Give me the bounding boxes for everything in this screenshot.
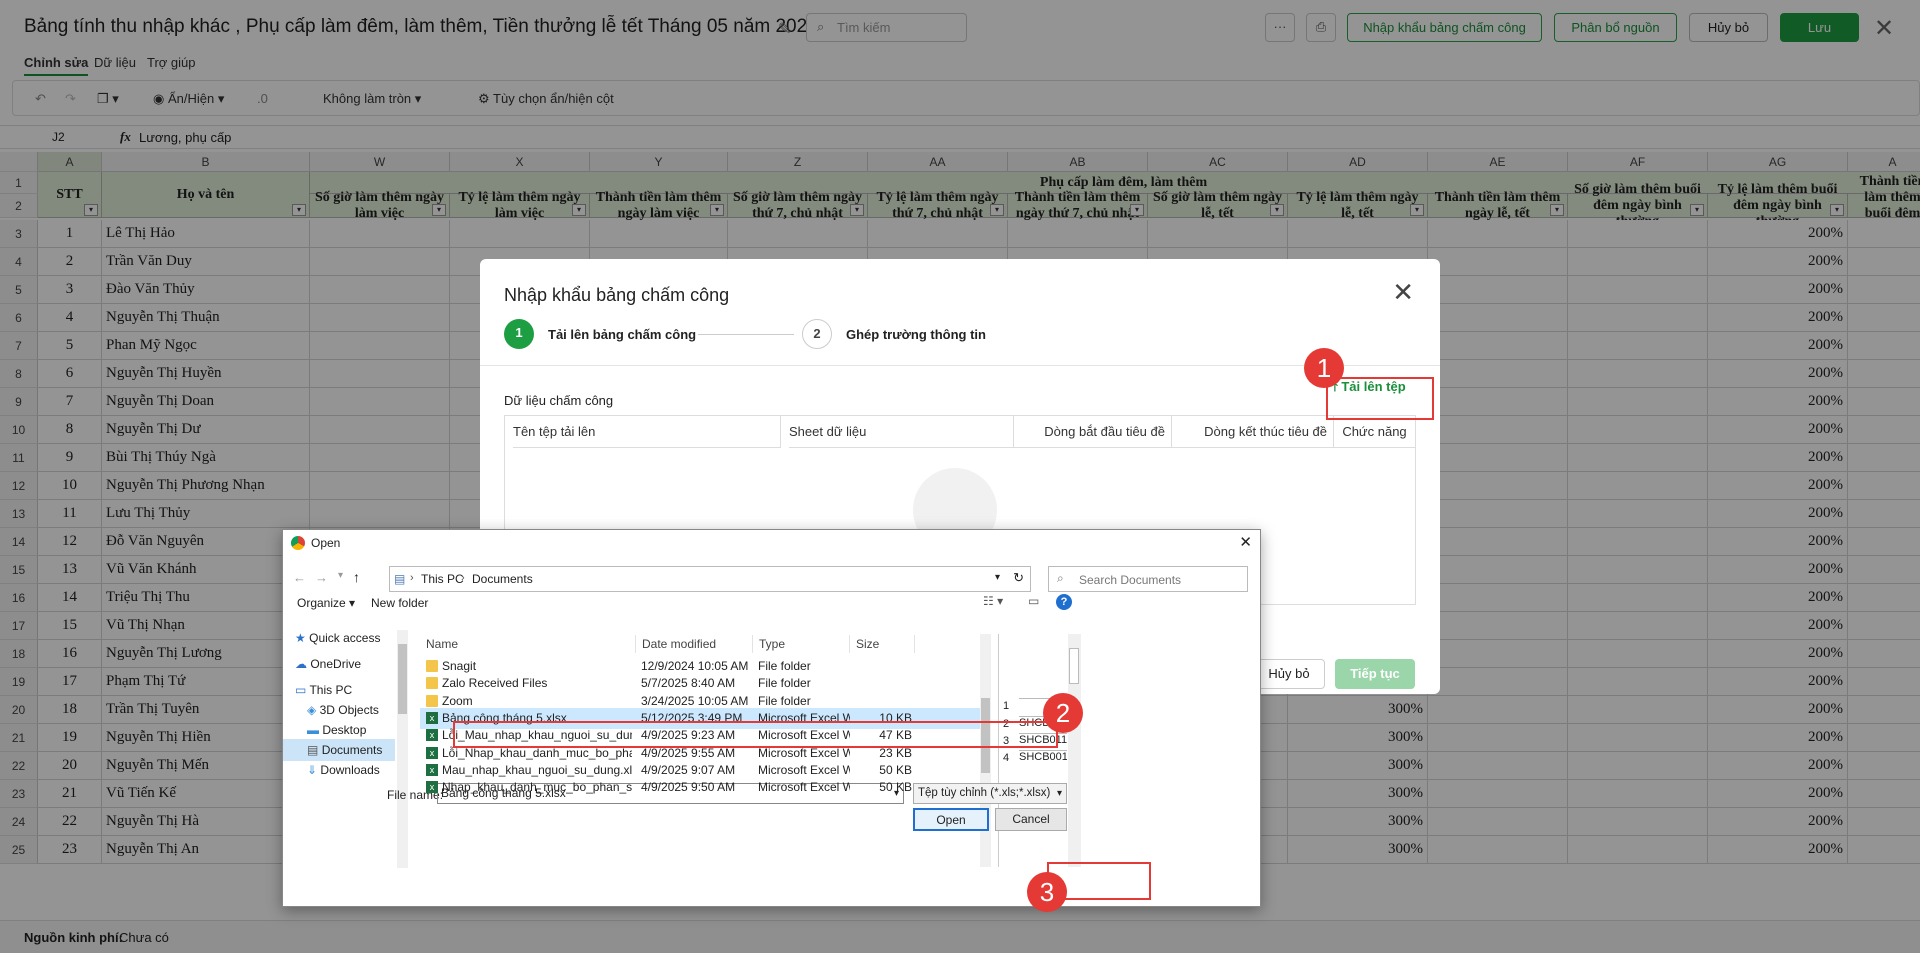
step-1-label: Tải lên bảng chấm công [548,327,697,342]
nav-documents[interactable]: ▤ Documents [283,739,395,761]
dialog-cancel-button[interactable]: Cancel [995,808,1067,831]
annotation-box-file [453,721,1058,748]
dialog-search-icon: ⌕ [1057,571,1064,585]
help-icon[interactable]: ? [1056,594,1072,610]
col-filename: Tên tệp tải lên [513,416,781,448]
col-size[interactable]: Size [850,635,915,653]
excel-icon: x [426,746,438,759]
recent-icon[interactable]: ▾ [338,570,343,581]
nav-desktop[interactable]: ▬ Desktop [307,719,366,741]
folder-icon [426,677,438,690]
view-options-icon[interactable]: ☷ ▾ [983,594,1003,608]
nav-label: Documents [321,743,383,757]
dialog-search-box[interactable]: ⌕ Search Documents [1048,566,1248,592]
breadcrumb-documents[interactable]: Documents [472,572,533,586]
step-2-label: Ghép trường thông tin [846,327,986,342]
file-type: Microsoft Excel W... [758,780,850,795]
nav-label: Quick access [309,631,381,645]
preview-pane-icon[interactable]: ▭ [1028,594,1039,608]
computer-icon: ▭ [295,683,307,697]
cube-icon: ◈ [307,703,317,717]
nav-onedrive[interactable]: ☁ OneDrive [295,653,361,675]
breadcrumb-this-pc[interactable]: This PC [421,572,464,586]
excel-icon: x [426,711,438,724]
document-icon: ▤ [307,743,319,757]
step-1-circle: 1 [504,319,534,349]
modal-title: Nhập khẩu bảng chấm công [504,285,730,305]
file-date: 4/9/2025 9:50 AM [641,780,736,795]
dialog-search-placeholder: Search Documents [1079,573,1182,587]
back-icon[interactable]: ← [293,570,306,585]
file-size: 50 KB [879,780,912,795]
col-date[interactable]: Date modified [636,635,753,653]
modal-next-button[interactable]: Tiếp tục [1335,659,1415,689]
nav-scrollbar[interactable] [397,630,408,868]
navigation-pane: ★ Quick access ☁ OneDrive ▭ This PC ◈ 3D… [283,622,411,872]
forward-icon[interactable]: → [315,570,328,585]
dialog-close-icon[interactable]: ✕ [1239,533,1252,551]
dialog-title: Open [311,536,341,550]
file-name: Nhap_khau_danh_muc_bo_phan_su_dun... [442,780,632,795]
step-2-circle: 2 [802,319,832,349]
chrome-icon [291,536,305,550]
cloud-icon: ☁ [295,657,307,671]
annotation-box-upload [1326,377,1434,420]
nav-this-pc[interactable]: ▭ This PC [295,679,352,701]
modal-divider [480,365,1440,366]
col-type[interactable]: Type [753,635,850,653]
modal-close-icon[interactable]: ✕ [1392,277,1414,308]
organize-button[interactable]: Organize ▾ [297,596,355,610]
nav-label: This PC [309,683,353,697]
star-icon: ★ [295,631,306,645]
address-bar[interactable]: ▤ › This PC › Documents ▾ ↻ [389,566,1031,592]
nav-3d-objects[interactable]: ◈ 3D Objects [307,699,379,721]
desktop-icon: ▬ [307,723,319,737]
folder-icon [426,694,438,707]
nav-label: 3D Objects [319,703,379,717]
col-actions: Chức năng [1334,416,1415,448]
up-icon[interactable]: ↑ [353,569,360,585]
annotation-badge-2: 2 [1043,693,1083,733]
col-name[interactable]: Name [420,635,636,653]
excel-icon: x [426,729,438,742]
open-file-dialog: Open ✕ ← → ▾ ↑ ▤ › This PC › Documents ▾… [282,529,1261,907]
nav-downloads[interactable]: ⇓ Downloads [307,759,380,781]
col-sheet: Sheet dữ liệu [789,416,1014,448]
step-divider [698,334,794,335]
excel-icon: x [426,781,438,794]
col-start-row: Dòng bắt đầu tiêu đề [1014,416,1172,448]
folder-icon [426,660,438,672]
nav-label: Downloads [320,763,380,777]
open-button[interactable]: Open [913,808,989,831]
address-dropdown-icon[interactable]: ▾ [995,572,1000,583]
col-end-row: Dòng kết thúc tiêu đề [1172,416,1334,448]
section-label: Dữ liệu chấm công [504,393,614,408]
nav-label: OneDrive [310,657,362,671]
excel-icon: x [426,763,438,776]
annotation-badge-1: 1 [1304,348,1344,388]
pc-icon: ▤ [394,572,406,586]
download-icon: ⇓ [307,763,318,777]
modal-cancel-button[interactable]: Hủy bỏ [1253,659,1325,689]
annotation-badge-3: 3 [1027,872,1067,912]
nav-label: Desktop [322,723,367,737]
refresh-icon[interactable]: ↻ [1013,570,1024,586]
nav-quick-access[interactable]: ★ Quick access [295,627,380,649]
file-row[interactable]: x Nhap_khau_danh_muc_bo_phan_su_dun... 4/9… [420,777,1120,798]
new-folder-button[interactable]: New folder [371,596,428,610]
